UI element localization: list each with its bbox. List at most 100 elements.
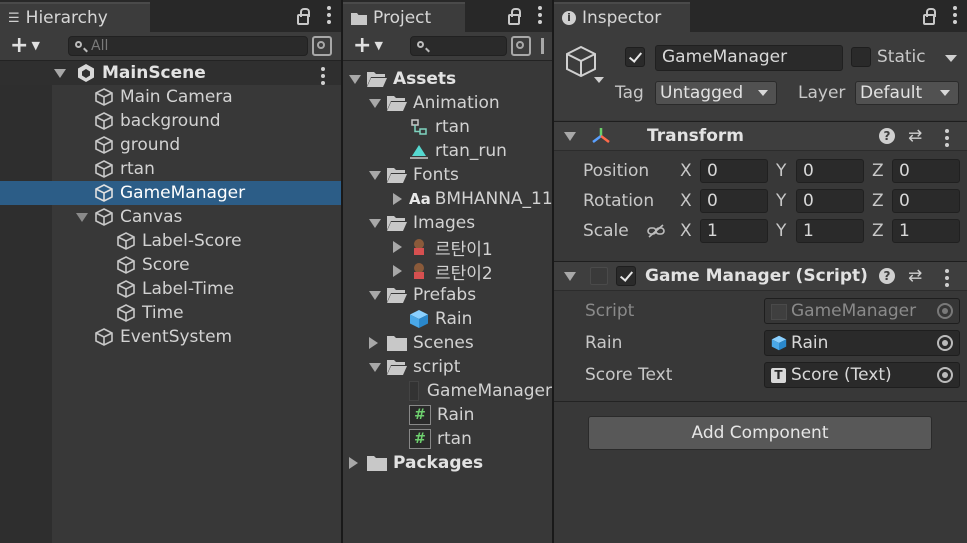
- collapsed-arrow-icon[interactable]: [349, 457, 358, 469]
- constrain-proportions-link-icon[interactable]: [646, 223, 666, 239]
- position-z-field[interactable]: 0: [892, 159, 960, 183]
- kebab-menu-icon[interactable]: [538, 6, 542, 24]
- hierarchy-item-canvas[interactable]: Canvas: [0, 205, 341, 229]
- create-button[interactable]: + ▼: [10, 34, 40, 61]
- hierarchy-item-label-score[interactable]: Label-Score: [0, 229, 341, 253]
- project-item-scenes[interactable]: Scenes: [343, 331, 552, 355]
- rotation-z-field[interactable]: 0: [892, 189, 960, 213]
- score-text-field[interactable]: T Score (Text): [764, 362, 960, 388]
- expand-arrow-icon[interactable]: [54, 68, 66, 78]
- expand-arrow-icon[interactable]: [564, 131, 576, 141]
- scale-x-field[interactable]: 1: [700, 219, 768, 243]
- create-button[interactable]: + ▼: [353, 34, 383, 61]
- hierarchy-item-rtan[interactable]: rtan: [0, 157, 341, 181]
- project-item-rain-script[interactable]: # Rain: [343, 403, 552, 427]
- hierarchy-item-eventsystem[interactable]: EventSystem: [0, 325, 341, 349]
- add-component-button[interactable]: Add Component: [588, 416, 932, 450]
- collapsed-arrow-icon[interactable]: [393, 265, 402, 277]
- help-icon[interactable]: ?: [879, 128, 895, 144]
- project-item-fonts[interactable]: Fonts: [343, 163, 552, 187]
- hierarchy-item-background[interactable]: background: [0, 109, 341, 133]
- object-name-field[interactable]: GameManager: [655, 45, 843, 71]
- kebab-menu-icon[interactable]: [953, 6, 957, 24]
- position-x-field[interactable]: 0: [700, 159, 768, 183]
- search-by-type-icon[interactable]: [312, 36, 332, 56]
- transform-header[interactable]: Transform ? ⇄: [554, 121, 967, 151]
- gameobject-icon[interactable]: [564, 44, 604, 86]
- collapsed-arrow-icon[interactable]: [393, 241, 402, 253]
- collapsed-arrow-icon[interactable]: [393, 193, 402, 205]
- expand-arrow-icon[interactable]: [369, 218, 381, 228]
- project-item-rtan-run[interactable]: rtan_run: [343, 139, 552, 163]
- component-kebab-icon[interactable]: [945, 129, 949, 147]
- lock-icon[interactable]: [923, 7, 936, 25]
- active-checkbox[interactable]: [625, 47, 645, 67]
- position-y-label[interactable]: Y: [776, 161, 786, 181]
- help-icon[interactable]: ?: [879, 268, 895, 284]
- project-item-packages[interactable]: Packages: [343, 451, 552, 475]
- expand-arrow-icon[interactable]: [76, 212, 88, 222]
- rotation-z-label[interactable]: Z: [872, 191, 884, 211]
- scene-kebab-icon[interactable]: [321, 67, 325, 85]
- kebab-menu-icon[interactable]: [327, 6, 331, 24]
- collapsed-arrow-icon[interactable]: [369, 337, 378, 349]
- lock-icon[interactable]: [297, 7, 310, 25]
- hierarchy-item-main-camera[interactable]: Main Camera: [0, 85, 341, 109]
- project-item-prefabs[interactable]: Prefabs: [343, 283, 552, 307]
- toolbar-overflow-icon[interactable]: [541, 38, 549, 54]
- hierarchy-item-time[interactable]: Time: [0, 301, 341, 325]
- rotation-y-label[interactable]: Y: [776, 191, 786, 211]
- component-kebab-icon[interactable]: [945, 269, 949, 287]
- project-item-rtan-script[interactable]: # rtan: [343, 427, 552, 451]
- tag-dropdown[interactable]: Untagged: [655, 81, 777, 105]
- tab-hierarchy[interactable]: ☰ Hierarchy: [0, 2, 150, 32]
- scale-y-label[interactable]: Y: [776, 221, 786, 241]
- expand-arrow-icon[interactable]: [369, 290, 381, 300]
- object-picker-icon[interactable]: [937, 367, 953, 383]
- project-item-script[interactable]: script: [343, 355, 552, 379]
- expand-arrow-icon[interactable]: [369, 362, 381, 372]
- script-enabled-checkbox[interactable]: [616, 266, 636, 286]
- rotation-x-field[interactable]: 0: [700, 189, 768, 213]
- project-item-rtan-controller[interactable]: rtan: [343, 115, 552, 139]
- lock-icon[interactable]: [508, 7, 521, 25]
- position-z-label[interactable]: Z: [872, 161, 884, 181]
- position-x-label[interactable]: X: [680, 161, 692, 181]
- rain-field[interactable]: Rain: [764, 330, 960, 356]
- scale-x-label[interactable]: X: [680, 221, 692, 241]
- project-search-input[interactable]: [410, 36, 507, 56]
- static-dropdown-icon[interactable]: [945, 55, 957, 62]
- project-item-rain-prefab[interactable]: Rain: [343, 307, 552, 331]
- project-item-animation[interactable]: Animation: [343, 91, 552, 115]
- scale-z-label[interactable]: Z: [872, 221, 884, 241]
- project-item-rtan-image-2[interactable]: 르탄이2: [343, 259, 552, 284]
- expand-arrow-icon[interactable]: [349, 74, 361, 84]
- hierarchy-search-input[interactable]: All: [68, 36, 308, 56]
- hierarchy-item-score[interactable]: Score: [0, 253, 341, 277]
- search-by-type-icon[interactable]: [511, 36, 531, 56]
- tab-inspector[interactable]: i Inspector: [554, 2, 690, 32]
- rotation-x-label[interactable]: X: [680, 191, 692, 211]
- expand-arrow-icon[interactable]: [369, 170, 381, 180]
- scale-y-field[interactable]: 1: [796, 219, 864, 243]
- project-item-gamemanager-script[interactable]: GameManager: [343, 379, 552, 403]
- hierarchy-item-gamemanager[interactable]: GameManager: [0, 181, 341, 205]
- project-item-rtan-image-1[interactable]: 르탄이1: [343, 235, 552, 260]
- position-y-field[interactable]: 0: [796, 159, 864, 183]
- project-item-bmhanna[interactable]: Aa BMHANNA_11: [343, 187, 552, 211]
- hierarchy-item-label-time[interactable]: Label-Time: [0, 277, 341, 301]
- scale-z-field[interactable]: 1: [892, 219, 960, 243]
- layer-dropdown[interactable]: Default: [855, 81, 959, 105]
- tab-project[interactable]: Project: [343, 2, 465, 32]
- project-item-assets[interactable]: Assets: [343, 67, 552, 91]
- project-item-images[interactable]: Images: [343, 211, 552, 235]
- preset-sliders-icon[interactable]: ⇄: [908, 126, 922, 146]
- expand-arrow-icon[interactable]: [369, 98, 381, 108]
- object-picker-icon[interactable]: [937, 335, 953, 351]
- expand-arrow-icon[interactable]: [564, 271, 576, 281]
- preset-sliders-icon[interactable]: ⇄: [908, 266, 922, 286]
- rotation-y-field[interactable]: 0: [796, 189, 864, 213]
- hierarchy-item-ground[interactable]: ground: [0, 133, 341, 157]
- scene-row[interactable]: MainScene: [0, 61, 341, 85]
- static-checkbox[interactable]: [851, 47, 871, 67]
